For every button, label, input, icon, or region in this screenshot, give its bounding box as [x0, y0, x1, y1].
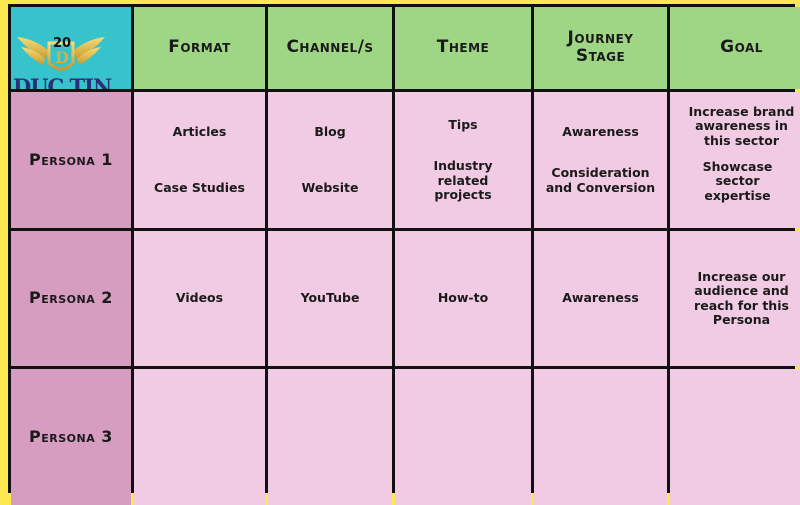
cell-channel: Blog Website — [268, 92, 392, 228]
cell-stage: Awareness Consideration and Conversion — [534, 92, 667, 228]
cell-channel: YouTube — [268, 231, 392, 366]
cell-format: Articles Case Studies — [134, 92, 265, 228]
cell-item: Increase brand awareness in this sector — [683, 105, 800, 148]
header-journey-stage-label: Journey Stage — [561, 30, 641, 66]
row-header-persona-2: Persona 2 — [11, 231, 131, 366]
cell-format — [134, 369, 265, 505]
cell-item: Consideration and Conversion — [545, 166, 657, 195]
cell-item: Awareness — [545, 125, 657, 139]
cell-item: Tips — [407, 118, 519, 132]
header-theme: Theme — [395, 7, 531, 89]
content-strategy-table: D 20 DUC TIN GROUP Format Channel/s Them… — [8, 4, 795, 493]
cell-item: Showcase sector expertise — [683, 160, 793, 203]
row-header-persona-1: Persona 1 — [11, 92, 131, 228]
header-format: Format — [134, 7, 265, 89]
cell-item: Case Studies — [154, 181, 245, 195]
corner-label: 20 — [53, 37, 71, 52]
row-header-persona-3: Persona 3 — [11, 369, 131, 505]
cell-format: Videos — [134, 231, 265, 366]
cell-stage: Awareness — [534, 231, 667, 366]
header-journey-stage: Journey Stage — [534, 7, 667, 89]
corner-cell: D 20 DUC TIN GROUP — [11, 7, 131, 89]
cell-item: Website — [302, 181, 359, 195]
cell-channel — [268, 369, 392, 505]
logo-brand-text: DUC TIN — [13, 75, 111, 89]
cell-item: Industry related projects — [407, 159, 519, 202]
cell-stage — [534, 369, 667, 505]
cell-theme: Tips Industry related projects — [395, 92, 531, 228]
cell-theme — [395, 369, 531, 505]
header-goal: Goal — [670, 7, 800, 89]
cell-goal: Increase brand awareness in this sector … — [670, 92, 800, 228]
cell-item: Increase our audience and reach for this… — [693, 270, 791, 328]
header-channel: Channel/s — [268, 7, 392, 89]
cell-item: Articles — [154, 125, 245, 139]
cell-theme: How-to — [395, 231, 531, 366]
cell-goal — [670, 369, 800, 505]
cell-item: Blog — [302, 125, 359, 139]
cell-goal: Increase our audience and reach for this… — [670, 231, 800, 366]
